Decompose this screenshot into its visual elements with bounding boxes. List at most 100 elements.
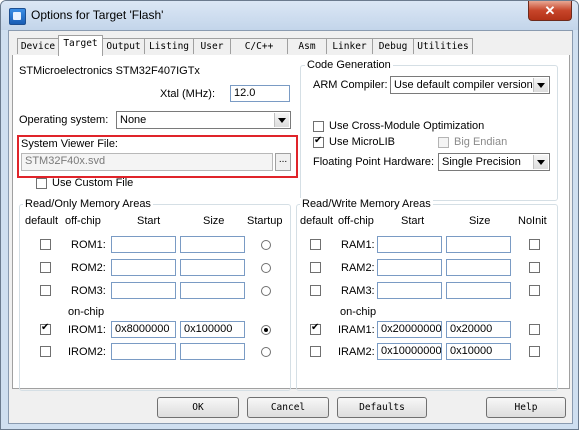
iram1-default-checkbox[interactable] (310, 322, 321, 335)
tab-asm[interactable]: Asm (287, 38, 327, 54)
big-endian-label: Big Endian (454, 136, 508, 148)
cross-module-label: Use Cross-Module Optimization (329, 120, 485, 132)
rom-title: Read/Only Memory Areas (23, 198, 153, 210)
os-select[interactable]: None (116, 111, 291, 129)
fp-hardware-select[interactable]: Single Precision (438, 153, 550, 171)
ram-header-noinit: NoInit (518, 215, 547, 227)
tab-linker[interactable]: Linker (326, 38, 373, 54)
ram3-start-input[interactable] (377, 282, 442, 299)
tab-user[interactable]: User (193, 38, 231, 54)
irom1-startup-radio[interactable] (261, 325, 271, 335)
cross-module-checkbox[interactable] (313, 121, 324, 132)
use-custom-file-checkbox[interactable] (36, 178, 47, 189)
irom1-start-input[interactable]: 0x8000000 (111, 321, 176, 338)
rom1-size-input[interactable] (180, 236, 245, 253)
arm-compiler-label: ARM Compiler: (313, 79, 388, 91)
tab-listing[interactable]: Listing (144, 38, 194, 54)
ram-header-start: Start (401, 215, 425, 227)
rom2-startup-radio[interactable] (261, 263, 271, 273)
rom3-startup-radio[interactable] (261, 286, 271, 296)
ram3-noinit-checkbox[interactable] (529, 285, 540, 296)
rom3-start-input[interactable] (111, 282, 176, 299)
help-button[interactable]: Help (486, 397, 566, 418)
rom-header-start: Start (137, 215, 161, 227)
fp-hardware-value: Single Precision (442, 156, 521, 168)
close-icon: ✕ (544, 2, 556, 18)
ram2-default-checkbox[interactable] (310, 262, 321, 273)
use-custom-file-label: Use Custom File (52, 177, 134, 189)
ram2-size-input[interactable] (446, 259, 511, 276)
iram1-label: IRAM1: (338, 324, 375, 336)
ram1-start-input[interactable] (377, 236, 442, 253)
arm-compiler-select[interactable]: Use default compiler version 5 (390, 76, 550, 94)
iram2-start-input[interactable]: 0x10000000 (377, 343, 442, 360)
ram3-default-checkbox[interactable] (310, 285, 321, 296)
rom1-startup-radio[interactable] (261, 240, 271, 250)
svd-browse-button[interactable]: ... (275, 153, 291, 171)
options-dialog: Options for Target 'Flash' ✕ Device Targ… (0, 0, 579, 430)
rom1-default-checkbox[interactable] (40, 239, 51, 250)
irom2-startup-radio[interactable] (261, 347, 271, 357)
iram2-noinit-checkbox[interactable] (529, 346, 540, 357)
iram2-default-checkbox[interactable] (310, 346, 321, 357)
ram2-label: RAM2: (341, 262, 375, 274)
ram1-default-checkbox[interactable] (310, 239, 321, 250)
window-title: Options for Target 'Flash' (31, 8, 164, 22)
rom1-start-input[interactable] (111, 236, 176, 253)
irom1-size-input[interactable]: 0x100000 (180, 321, 245, 338)
title-bar: Options for Target 'Flash' ✕ (1, 1, 578, 30)
irom1-default-checkbox[interactable] (40, 322, 51, 335)
rom3-size-input[interactable] (180, 282, 245, 299)
ram2-noinit-checkbox[interactable] (529, 262, 540, 273)
ram-header-default: default (300, 215, 334, 227)
microlib-checkbox[interactable] (313, 135, 324, 148)
irom2-default-checkbox[interactable] (40, 346, 51, 357)
big-endian-checkbox[interactable] (438, 137, 449, 148)
close-button[interactable]: ✕ (528, 1, 572, 21)
rom3-default-checkbox[interactable] (40, 285, 51, 296)
rom-header-size: Size (203, 215, 225, 227)
rom2-default-checkbox[interactable] (40, 262, 51, 273)
chevron-down-icon (533, 155, 548, 169)
iram1-size-input[interactable]: 0x20000 (446, 321, 511, 338)
rom2-size-input[interactable] (180, 259, 245, 276)
arm-compiler-value: Use default compiler version 5 (394, 79, 542, 91)
tab-target[interactable]: Target (58, 35, 103, 56)
irom2-start-input[interactable] (111, 343, 176, 360)
tab-debug[interactable]: Debug (372, 38, 414, 54)
ram3-size-input[interactable] (446, 282, 511, 299)
irom2-label: IROM2: (68, 346, 106, 358)
ram1-label: RAM1: (341, 239, 375, 251)
svd-label: System Viewer File: (21, 138, 118, 150)
tab-c-cpp[interactable]: C/C++ (230, 38, 288, 54)
defaults-button[interactable]: Defaults (337, 397, 427, 418)
tab-output[interactable]: Output (102, 38, 145, 54)
fp-hardware-label: Floating Point Hardware: (313, 156, 435, 168)
tab-utilities[interactable]: Utilities (413, 38, 473, 54)
xtal-input[interactable]: 12.0 (230, 85, 290, 102)
iram2-size-input[interactable]: 0x10000 (446, 343, 511, 360)
irom1-label: IROM1: (68, 324, 106, 336)
xtal-label: Xtal (MHz): (160, 88, 215, 100)
ok-button[interactable]: OK (157, 397, 239, 418)
iram2-label: IRAM2: (338, 346, 375, 358)
ram1-size-input[interactable] (446, 236, 511, 253)
svd-input[interactable]: STM32F40x.svd (21, 153, 273, 171)
irom2-size-input[interactable] (180, 343, 245, 360)
ram-header-offchip: off-chip (338, 215, 374, 227)
rom-header-default: default (25, 215, 59, 227)
cancel-button[interactable]: Cancel (247, 397, 329, 418)
rom3-label: ROM3: (71, 285, 106, 297)
chevron-down-icon (533, 78, 548, 92)
iram1-start-input[interactable]: 0x20000000 (377, 321, 442, 338)
tab-device[interactable]: Device (17, 38, 59, 54)
ram-header-size: Size (469, 215, 491, 227)
ram1-noinit-checkbox[interactable] (529, 239, 540, 250)
os-value: None (120, 114, 147, 126)
rom-header-startup: Startup (247, 215, 283, 227)
ram2-start-input[interactable] (377, 259, 442, 276)
iram1-noinit-checkbox[interactable] (529, 324, 540, 335)
ram-onchip-label: on-chip (340, 306, 377, 318)
rom2-start-input[interactable] (111, 259, 176, 276)
target-page: STMicroelectronics STM32F407IGTx Xtal (M… (12, 55, 570, 391)
